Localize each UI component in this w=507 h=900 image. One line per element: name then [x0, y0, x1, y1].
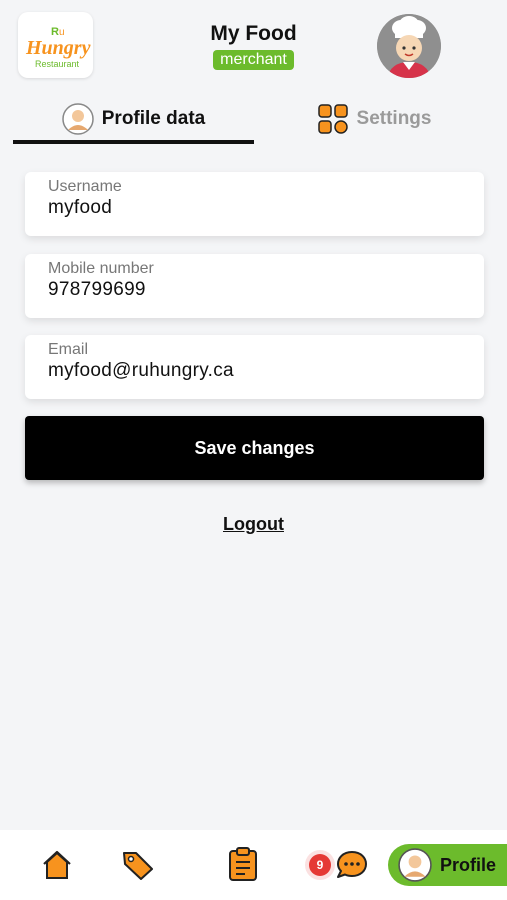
nav-offers[interactable] — [121, 849, 155, 886]
profile-tabs: Profile data Settings — [0, 96, 507, 146]
home-icon — [43, 850, 71, 879]
clipboard-icon — [229, 847, 257, 881]
nav-profile[interactable]: Profile — [388, 844, 507, 886]
user-avatar-icon — [62, 103, 94, 135]
nav-home[interactable] — [41, 849, 73, 886]
tab-settings[interactable]: Settings — [254, 96, 494, 142]
save-changes-button[interactable]: Save changes — [25, 416, 484, 480]
logout-link[interactable]: Logout — [0, 514, 507, 535]
role-badge: merchant — [213, 50, 294, 70]
chef-avatar-icon — [377, 14, 441, 78]
mobile-number-value[interactable]: 978799699 — [48, 279, 484, 301]
email-label: Email — [48, 341, 89, 358]
username-field[interactable]: Username myfood — [25, 172, 484, 236]
nav-profile-label: Profile — [440, 854, 497, 875]
nav-orders[interactable] — [227, 846, 259, 887]
user-avatar[interactable] — [377, 14, 441, 78]
email-value[interactable]: myfood@ruhungry.ca — [48, 360, 484, 382]
messages-count-badge: 9 — [309, 854, 331, 876]
email-field[interactable]: Email myfood@ruhungry.ca — [25, 335, 484, 399]
chat-icon — [337, 851, 367, 878]
tab-settings-label: Settings — [356, 108, 432, 129]
user-avatar-icon — [398, 848, 432, 882]
tab-profile-data[interactable]: Profile data — [13, 96, 254, 142]
username-label: Username — [48, 178, 122, 195]
app-header: R u Hungry Restaurant My Food merchant — [0, 0, 507, 92]
tag-icon — [123, 852, 153, 880]
tab-profile-data-label: Profile data — [101, 108, 206, 129]
mobile-number-label: Mobile number — [48, 260, 154, 277]
nav-messages[interactable] — [335, 849, 369, 886]
active-tab-indicator — [13, 140, 254, 144]
mobile-number-field[interactable]: Mobile number 978799699 — [25, 254, 484, 318]
username-value[interactable]: myfood — [48, 197, 484, 219]
grid-icon — [317, 104, 348, 134]
